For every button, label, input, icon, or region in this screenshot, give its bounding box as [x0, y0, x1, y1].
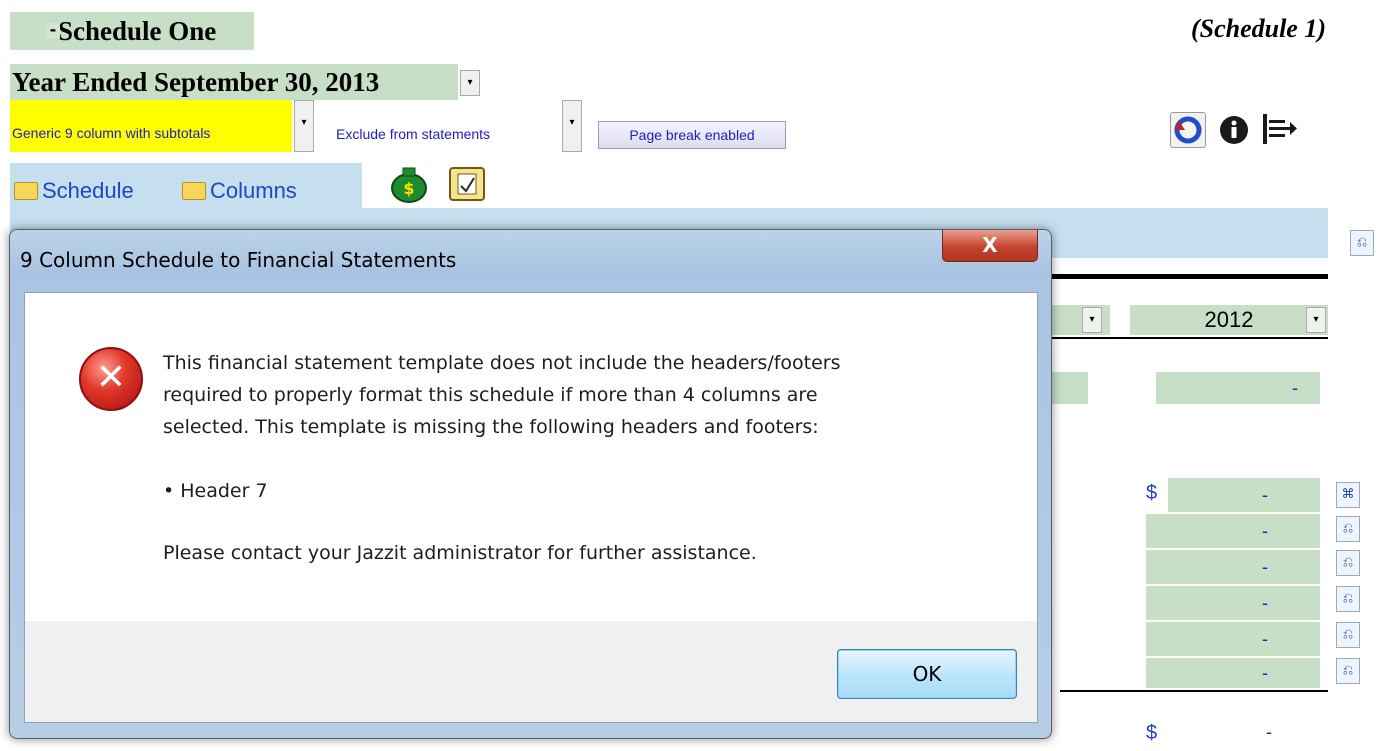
cell-row-6-value: - [1262, 663, 1268, 683]
year-ended-text: Year Ended September 30, 2013 [12, 67, 380, 97]
contact-line: Please contact your Jazzit administrator… [163, 542, 757, 564]
cell-row-3[interactable]: - [1146, 550, 1320, 584]
ok-button[interactable]: OK [837, 649, 1017, 699]
undo-icon[interactable] [1170, 112, 1206, 148]
folder-open-icon [182, 182, 206, 200]
grand-total-value: - [1266, 722, 1272, 742]
schedule-title-text: Schedule One [58, 16, 217, 46]
row-action-button[interactable]: ⎌ [1336, 622, 1360, 648]
cell-total[interactable]: - [1156, 372, 1320, 404]
cell-row-1-value: - [1262, 485, 1268, 505]
info-icon[interactable] [1216, 112, 1252, 148]
row-action-button[interactable]: ⎌ [1336, 658, 1360, 684]
cell-row-1[interactable]: - [1168, 478, 1320, 512]
page-break-button[interactable]: Page break enabled [598, 121, 786, 149]
message-line-1: This financial statement template does n… [163, 352, 841, 374]
close-button[interactable]: X [942, 230, 1038, 262]
column-prev-dropdown[interactable]: ▾ [1082, 307, 1102, 333]
row-action-button[interactable]: ⎌ [1336, 516, 1360, 542]
error-icon: ✕ [79, 347, 143, 411]
exclude-select[interactable]: Exclude from statements [336, 126, 490, 142]
cell-row-5[interactable]: - [1146, 622, 1320, 656]
template-select[interactable]: Generic 9 column with subtotals [10, 100, 292, 152]
cell-total-value: - [1292, 378, 1298, 398]
total-dollar-sign: $ [1146, 722, 1158, 744]
template-select-text: Generic 9 column with subtotals [12, 125, 211, 141]
column-2012-dropdown[interactable]: ▾ [1306, 307, 1326, 333]
cell-row-4-value: - [1262, 593, 1268, 613]
cell-row-5-value: - [1262, 629, 1268, 649]
close-icon: X [982, 233, 998, 257]
schedule-title: - Schedule One [10, 12, 254, 50]
total-rule [1060, 690, 1328, 692]
export-icon[interactable] [1260, 110, 1297, 146]
cell-row-2[interactable]: - [1146, 514, 1320, 548]
folder-icon [14, 182, 38, 200]
year-ended-select[interactable]: Year Ended September 30, 2013 [10, 64, 458, 100]
svg-text:$: $ [403, 179, 414, 198]
year-dropdown-button[interactable]: ▾ [460, 70, 480, 96]
tab-columns[interactable]: Columns [182, 178, 297, 204]
message-line-3: selected. This template is missing the f… [163, 416, 819, 438]
money-bag-icon[interactable]: $ [386, 164, 432, 204]
collapse-toggle[interactable]: - [46, 22, 60, 39]
column-underline [1040, 337, 1328, 339]
message-line-2: required to properly format this schedul… [163, 384, 818, 406]
tab-columns-label: Columns [210, 178, 297, 203]
command-icon[interactable]: ⌘ [1336, 482, 1360, 508]
row-action-button[interactable]: ⎌ [1350, 230, 1374, 256]
schedule-reference: (Schedule 1) [1190, 14, 1326, 43]
dialog-footer: OK [24, 621, 1038, 723]
error-dialog: 9 Column Schedule to Financial Statement… [9, 229, 1052, 739]
cell-row-3-value: - [1262, 557, 1268, 577]
template-dropdown-button[interactable]: ▾ [294, 100, 314, 152]
clipboard-icon[interactable] [444, 164, 490, 204]
tab-schedule-label: Schedule [42, 178, 134, 203]
missing-item: • Header 7 [163, 480, 268, 502]
exclude-dropdown-button[interactable]: ▾ [562, 100, 582, 152]
cell-row-2-value: - [1262, 521, 1268, 541]
row-action-button[interactable]: ⎌ [1336, 550, 1360, 576]
cell-row-4[interactable]: - [1146, 586, 1320, 620]
column-header-2012[interactable]: 2012 [1130, 305, 1328, 335]
dialog-title: 9 Column Schedule to Financial Statement… [20, 248, 457, 272]
tab-schedule[interactable]: Schedule [14, 178, 134, 204]
cell-row-6[interactable]: - [1146, 658, 1320, 688]
row-action-button[interactable]: ⎌ [1336, 586, 1360, 612]
dialog-body: ✕ This financial statement template does… [24, 292, 1038, 622]
column-year-label: 2012 [1204, 307, 1254, 332]
